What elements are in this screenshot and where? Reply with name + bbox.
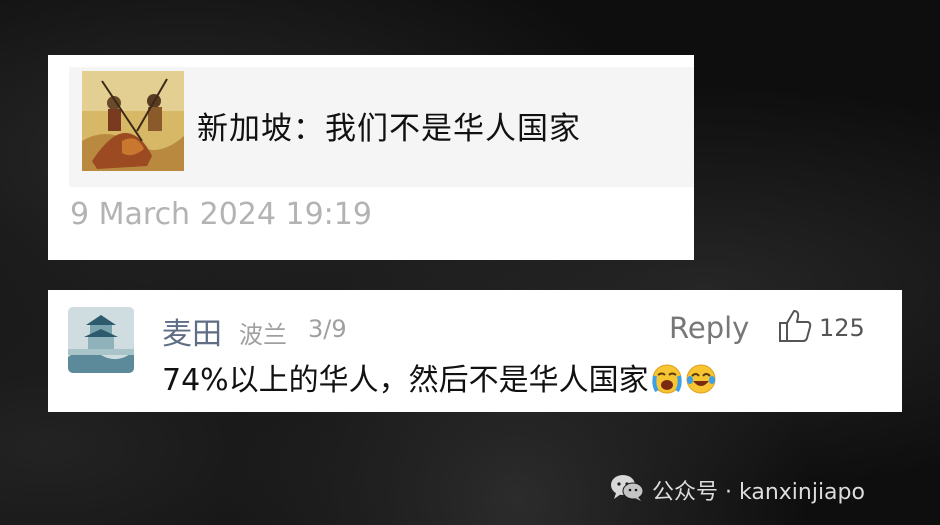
shared-post-card[interactable]: 新加坡：我们不是华人国家 9 March 2024 19:19: [48, 55, 694, 260]
face-with-tears-of-joy-icon: [686, 364, 716, 394]
watermark-text: 公众号 · kanxinjiapo: [652, 480, 865, 505]
article-thumbnail: [82, 71, 184, 171]
reply-button[interactable]: Reply: [669, 311, 749, 345]
comment-text: 74%以上的华人，然后不是华人国家: [162, 363, 649, 398]
comment-username[interactable]: 麦田: [162, 309, 222, 353]
comment-location: 波兰: [239, 321, 287, 349]
loudly-crying-face-icon: [652, 364, 682, 394]
comment-card: 麦田 波兰 3/9 Reply 125 74%以上的华人，然后不是华人国家: [48, 290, 902, 412]
shared-post-title[interactable]: 新加坡：我们不是华人国家: [197, 103, 581, 148]
like-count: 125: [819, 314, 865, 342]
comment-body: 74%以上的华人，然后不是华人国家: [162, 363, 717, 399]
wechat-icon: [611, 475, 644, 501]
shared-post-date: 9 March 2024 19:19: [70, 197, 372, 232]
comment-date: 3/9: [308, 315, 347, 343]
thumbs-up-icon: [779, 310, 812, 342]
shared-link-box[interactable]: 新加坡：我们不是华人国家: [69, 67, 694, 187]
avatar[interactable]: [68, 307, 134, 373]
